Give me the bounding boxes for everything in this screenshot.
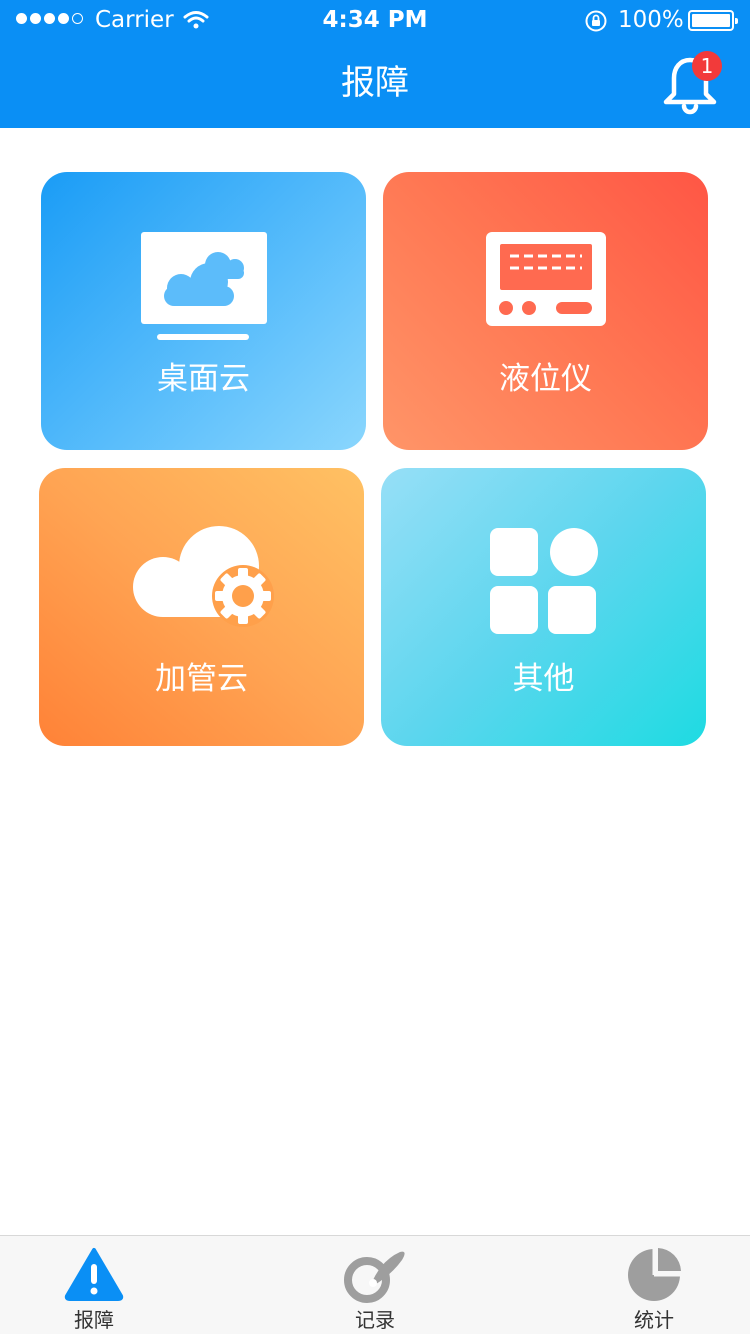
tile-level-meter[interactable]: 液位仪 bbox=[383, 172, 708, 450]
warning-icon bbox=[34, 1246, 154, 1302]
tab-label: 记录 bbox=[355, 1308, 395, 1332]
apps-grid-icon bbox=[381, 528, 706, 634]
notification-badge: 1 bbox=[692, 51, 722, 81]
tile-label: 其他 bbox=[512, 661, 575, 697]
tab-stats[interactable]: 统计 bbox=[594, 1236, 714, 1334]
tile-other[interactable]: 其他 bbox=[381, 468, 706, 746]
rotation-lock-icon bbox=[585, 10, 607, 32]
desktop-cloud-icon bbox=[41, 230, 366, 342]
tile-label: 加管云 bbox=[155, 661, 248, 697]
tile-label: 液位仪 bbox=[499, 361, 592, 397]
battery-icon bbox=[688, 10, 738, 31]
level-meter-icon bbox=[383, 232, 708, 326]
page-title: 报障 bbox=[341, 63, 409, 103]
bottom-tab-bar: 报障 记录 统计 bbox=[0, 1235, 750, 1334]
tile-desktop-cloud[interactable]: 桌面云 bbox=[41, 172, 366, 450]
cloud-gear-icon bbox=[39, 522, 364, 632]
tab-report[interactable]: 报障 bbox=[34, 1236, 154, 1334]
tab-label: 统计 bbox=[634, 1308, 674, 1332]
nav-header: Carrier 4:34 PM 100% 报障 1 bbox=[0, 0, 750, 128]
pie-chart-icon bbox=[594, 1246, 714, 1304]
record-icon bbox=[315, 1246, 435, 1304]
battery-percent: 100% bbox=[618, 7, 684, 33]
tile-label: 桌面云 bbox=[157, 361, 250, 397]
tile-cloud-management[interactable]: 加管云 bbox=[39, 468, 364, 746]
tab-record[interactable]: 记录 bbox=[315, 1236, 435, 1334]
tab-label: 报障 bbox=[74, 1308, 114, 1332]
status-bar: Carrier 4:34 PM 100% bbox=[0, 0, 750, 40]
